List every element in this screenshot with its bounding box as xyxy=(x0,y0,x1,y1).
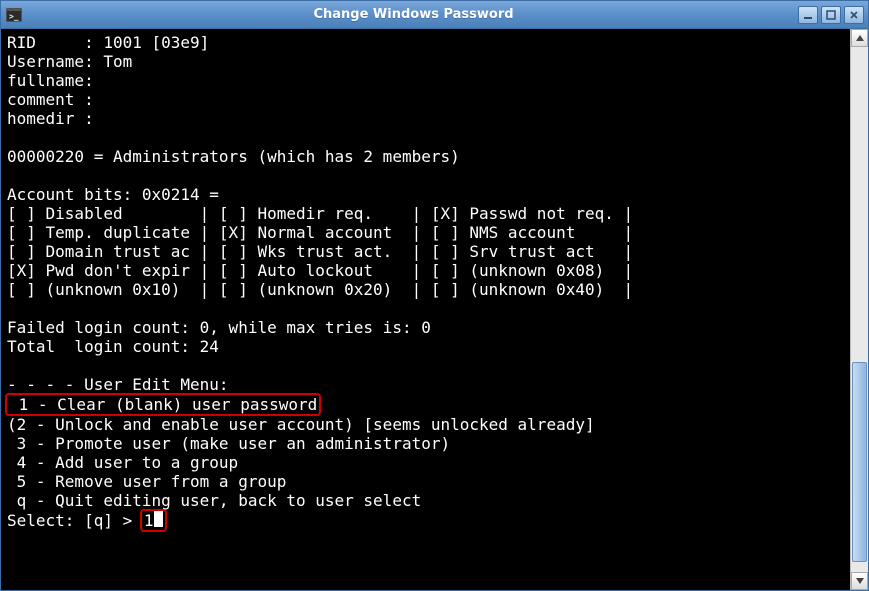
username-value: Tom xyxy=(94,52,133,71)
username-label: Username: xyxy=(7,52,94,71)
account-bits-row: [ ] (unknown 0x10) | [ ] (unknown 0x20) … xyxy=(7,280,633,299)
menu-item-2[interactable]: (2 - Unlock and enable user account) [se… xyxy=(7,415,595,434)
prompt-input[interactable]: 1 xyxy=(144,511,154,530)
terminal-icon: >_ xyxy=(5,6,23,24)
account-bits-row: [ ] Temp. duplicate | [X] Normal account… xyxy=(7,223,633,242)
cursor xyxy=(154,511,163,527)
total-login-count: Total login count: 24 xyxy=(7,337,219,356)
failed-login-count: Failed login count: 0, while max tries i… xyxy=(7,318,431,337)
menu-item-3[interactable]: 3 - Promote user (make user an administr… xyxy=(7,434,450,453)
titlebar: >_ Change Windows Password xyxy=(1,1,868,29)
close-button[interactable] xyxy=(844,6,864,24)
account-bits-row: [ ] Domain trust ac | [ ] Wks trust act.… xyxy=(7,242,633,261)
fullname-label: fullname: xyxy=(7,71,94,90)
scroll-thumb[interactable] xyxy=(852,362,867,562)
scroll-track[interactable] xyxy=(851,47,868,572)
scroll-down-button[interactable] xyxy=(851,572,868,590)
account-bits-row: [ ] Disabled | [ ] Homedir req. | [X] Pa… xyxy=(7,204,633,223)
minimize-button[interactable] xyxy=(798,6,818,24)
scrollbar[interactable] xyxy=(850,29,868,590)
maximize-button[interactable] xyxy=(821,6,841,24)
rid-value: 1001 [03e9] xyxy=(94,33,210,52)
account-bits-header: Account bits: 0x0214 = xyxy=(7,185,219,204)
rid-label: RID : xyxy=(7,33,94,52)
highlight-menu-item-1: 1 - Clear (blank) user password xyxy=(5,393,321,416)
menu-item-4[interactable]: 4 - Add user to a group xyxy=(7,453,238,472)
menu-item-1[interactable]: 1 - Clear (blank) user password xyxy=(9,395,317,414)
highlight-input: 1 xyxy=(140,509,167,532)
menu-header: - - - - User Edit Menu: xyxy=(7,375,229,394)
terminal-output[interactable]: RID : 1001 [03e9] Username: Tom fullname… xyxy=(1,29,850,590)
menu-item-5[interactable]: 5 - Remove user from a group xyxy=(7,472,286,491)
group-line: 00000220 = Administrators (which has 2 m… xyxy=(7,147,460,166)
window-title: Change Windows Password xyxy=(29,7,798,22)
window-controls xyxy=(798,6,864,24)
account-bits-row: [X] Pwd don't expir | [ ] Auto lockout |… xyxy=(7,261,633,280)
window: >_ Change Windows Password RID : 1001 [0… xyxy=(0,0,869,591)
prompt-label: Select: [q] > xyxy=(7,511,142,530)
svg-text:>_: >_ xyxy=(9,12,19,21)
homedir-label: homedir : xyxy=(7,109,94,128)
comment-label: comment : xyxy=(7,90,94,109)
scroll-up-button[interactable] xyxy=(851,29,868,47)
menu-item-q[interactable]: q - Quit editing user, back to user sele… xyxy=(7,491,421,510)
content-area: RID : 1001 [03e9] Username: Tom fullname… xyxy=(1,29,868,590)
